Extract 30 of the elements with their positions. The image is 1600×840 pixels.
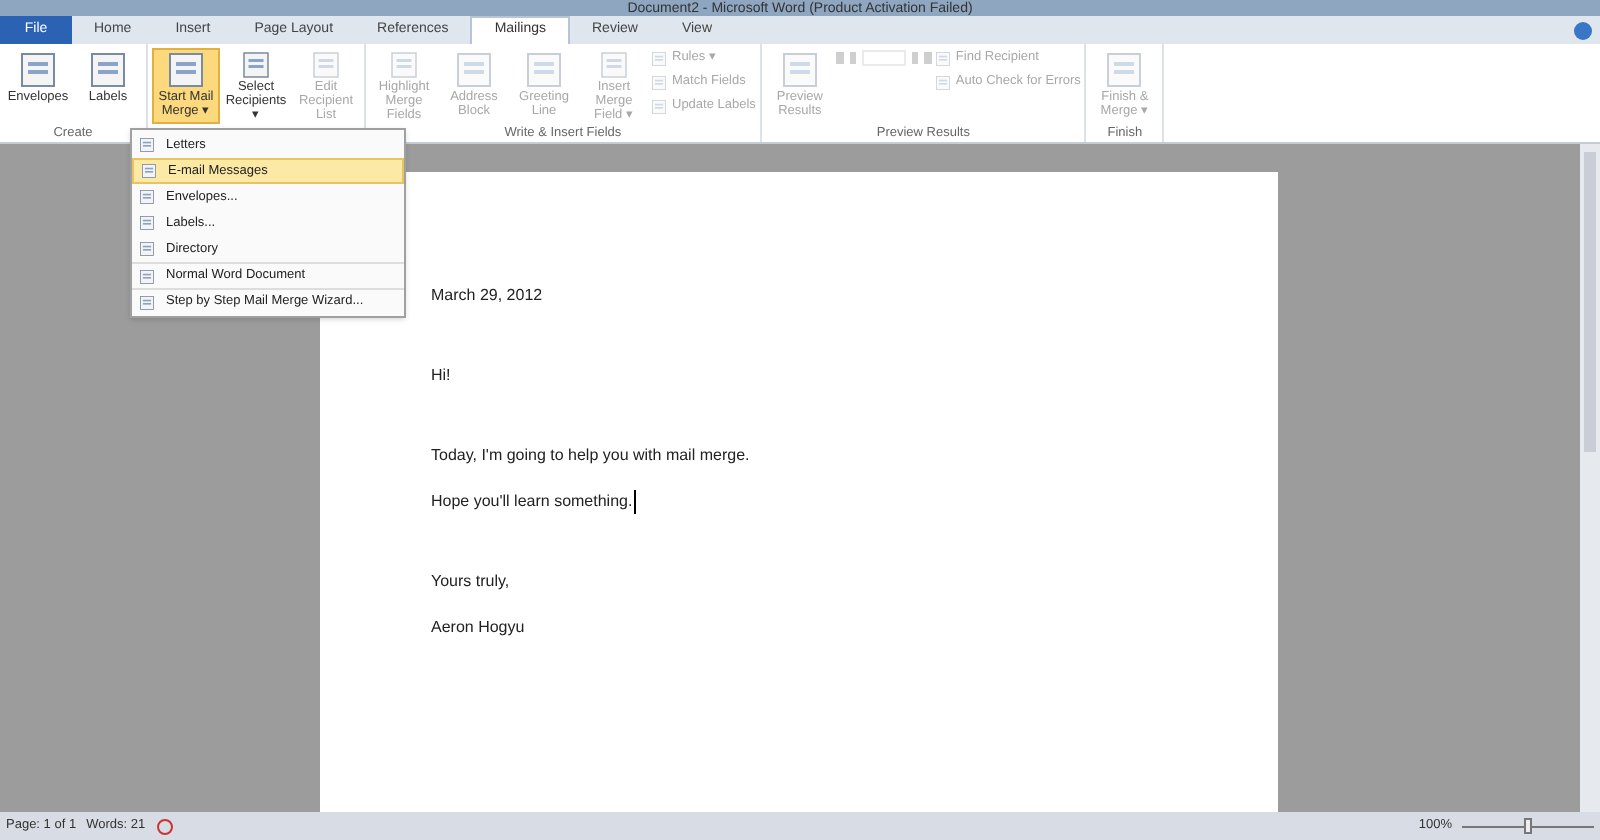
help-icon[interactable] (1574, 22, 1592, 40)
zoom-slider[interactable] (1462, 818, 1594, 834)
document-icon (1102, 50, 1147, 90)
document-icon (452, 50, 496, 90)
document-icon (777, 50, 822, 90)
document-icon (140, 162, 158, 180)
document-text: Today, I'm going to help you with mail merge. (431, 444, 752, 468)
document-icon (86, 50, 130, 90)
document-icon (933, 49, 952, 67)
document-icon (164, 50, 208, 90)
document-text: Hi! (431, 364, 453, 388)
slider-thumb[interactable] (1524, 818, 1532, 834)
document-text: Aeron Hogyu (431, 616, 527, 640)
document-icon (138, 214, 156, 232)
document-icon (138, 267, 156, 285)
document-text: Hope you'll learn something. (431, 490, 637, 514)
document-icon (16, 50, 60, 90)
document-text: March 29, 2012 (431, 284, 545, 308)
document-icon (650, 73, 668, 91)
document-icon (650, 49, 668, 67)
document-icon (650, 97, 668, 115)
scrollbar[interactable] (1580, 144, 1600, 812)
document-icon (138, 240, 156, 258)
proofing-icon[interactable] (155, 817, 174, 835)
document-icon (522, 50, 566, 90)
document-icon (138, 188, 156, 206)
document-icon (933, 73, 952, 91)
document-icon (138, 136, 156, 154)
document-icon (138, 293, 156, 311)
document-text: Yours truly, (431, 570, 512, 594)
